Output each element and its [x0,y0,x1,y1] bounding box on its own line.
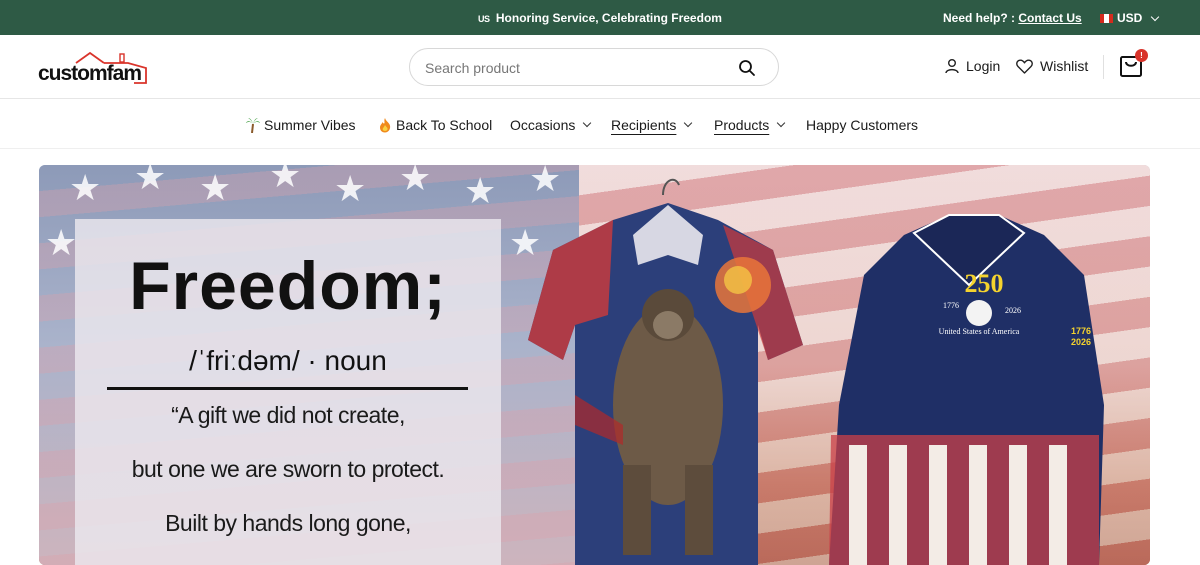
quote-line: but one we are sworn to protect. [131,456,445,482]
help-section: Need help? : Contact Us [943,11,1082,25]
palm-tree-icon [246,118,260,133]
contact-us-link[interactable]: Contact Us [1018,11,1081,25]
us-flag-icon: US [478,14,490,24]
wishlist-label: Wishlist [1040,58,1089,74]
search-icon[interactable] [738,59,756,77]
logo[interactable]: customfam [38,50,148,86]
star-icon: ★ [199,167,232,208]
canada-flag-icon [1100,13,1113,23]
cart-count-badge: ! [1135,49,1148,62]
nav-item-products[interactable]: Products [714,117,786,133]
chevron-down-icon [777,118,786,128]
announcement-text: Honoring Service, Celebrating Freedom [495,11,722,25]
star-icon: ★ [464,170,497,211]
search-bar [409,48,779,86]
header-divider [1103,55,1104,79]
currency-selector[interactable]: USD [1100,11,1160,25]
cart-button[interactable]: ! [1119,49,1148,80]
year-start: 1776 [943,301,959,310]
nav-item-occasions[interactable]: Occasions [510,117,592,133]
hero-title: Freedom; [129,248,447,324]
bigfoot-flag-shirt-image [528,178,803,565]
star-icon: ★ [334,168,367,209]
nav-label: Occasions [510,117,576,133]
fire-icon [380,118,391,133]
shirt-caption: United States of America [939,327,1020,336]
chevron-down-icon [684,118,693,128]
site-header: customfam Login Wishlist ! [0,35,1200,99]
star-icon: ★ [134,165,167,197]
divider [107,387,468,390]
sleeve-year-bottom: 2026 [1071,337,1091,347]
anniversary-250-polo-image: 250 1776 2026 United States of America 1… [829,214,1104,565]
search-input[interactable] [425,58,725,78]
quote-line: Built by hands long gone, [165,510,411,536]
anniversary-number: 250 [965,269,1004,298]
nav-item-happy-customers[interactable]: Happy Customers [806,117,918,133]
login-button[interactable]: Login [944,58,1000,74]
nav-item-summer-vibes[interactable]: Summer Vibes [246,117,356,133]
star-icon: ★ [45,222,78,263]
sleeve-year-top: 1776 [1071,326,1091,336]
nav-label: Happy Customers [806,117,919,133]
chevron-down-icon [1151,12,1160,21]
wishlist-button[interactable]: Wishlist [1016,58,1088,74]
nav-label: Recipients [611,117,677,133]
nav-label: Summer Vibes [264,117,356,133]
quote-line: “A gift we did not create, [171,402,405,428]
main-nav: Summer Vibes Back To School Occasions Re… [0,99,1200,149]
heart-icon [1016,59,1033,74]
currency-label: USD [1117,11,1143,25]
user-icon [945,59,959,74]
year-end: 2026 [1005,306,1021,315]
star-icon: ★ [269,165,302,195]
announcement-bar: US Honoring Service, Celebrating Freedom… [0,0,1200,35]
nav-label: Back To School [396,117,493,133]
logo-text: customfam [38,62,142,85]
star-icon: ★ [399,165,432,198]
chevron-down-icon [583,118,592,128]
nav-label: Products [714,117,770,133]
help-label: Need help? : [943,11,1016,25]
hero-phonetic: /ˈfriːdəm/ · noun [189,345,387,376]
nav-item-back-to-school[interactable]: Back To School [378,117,492,133]
star-icon: ★ [69,167,102,208]
login-label: Login [966,58,1001,74]
hero-banner[interactable]: ★ ★ ★ ★ ★ ★ ★ ★ ★ ★ Freedom; /ˈfriːdəm/ … [39,165,1150,565]
hero-text-panel: Freedom; /ˈfriːdəm/ · noun “A gift we di… [75,219,501,565]
nav-item-recipients[interactable]: Recipients [611,117,693,133]
